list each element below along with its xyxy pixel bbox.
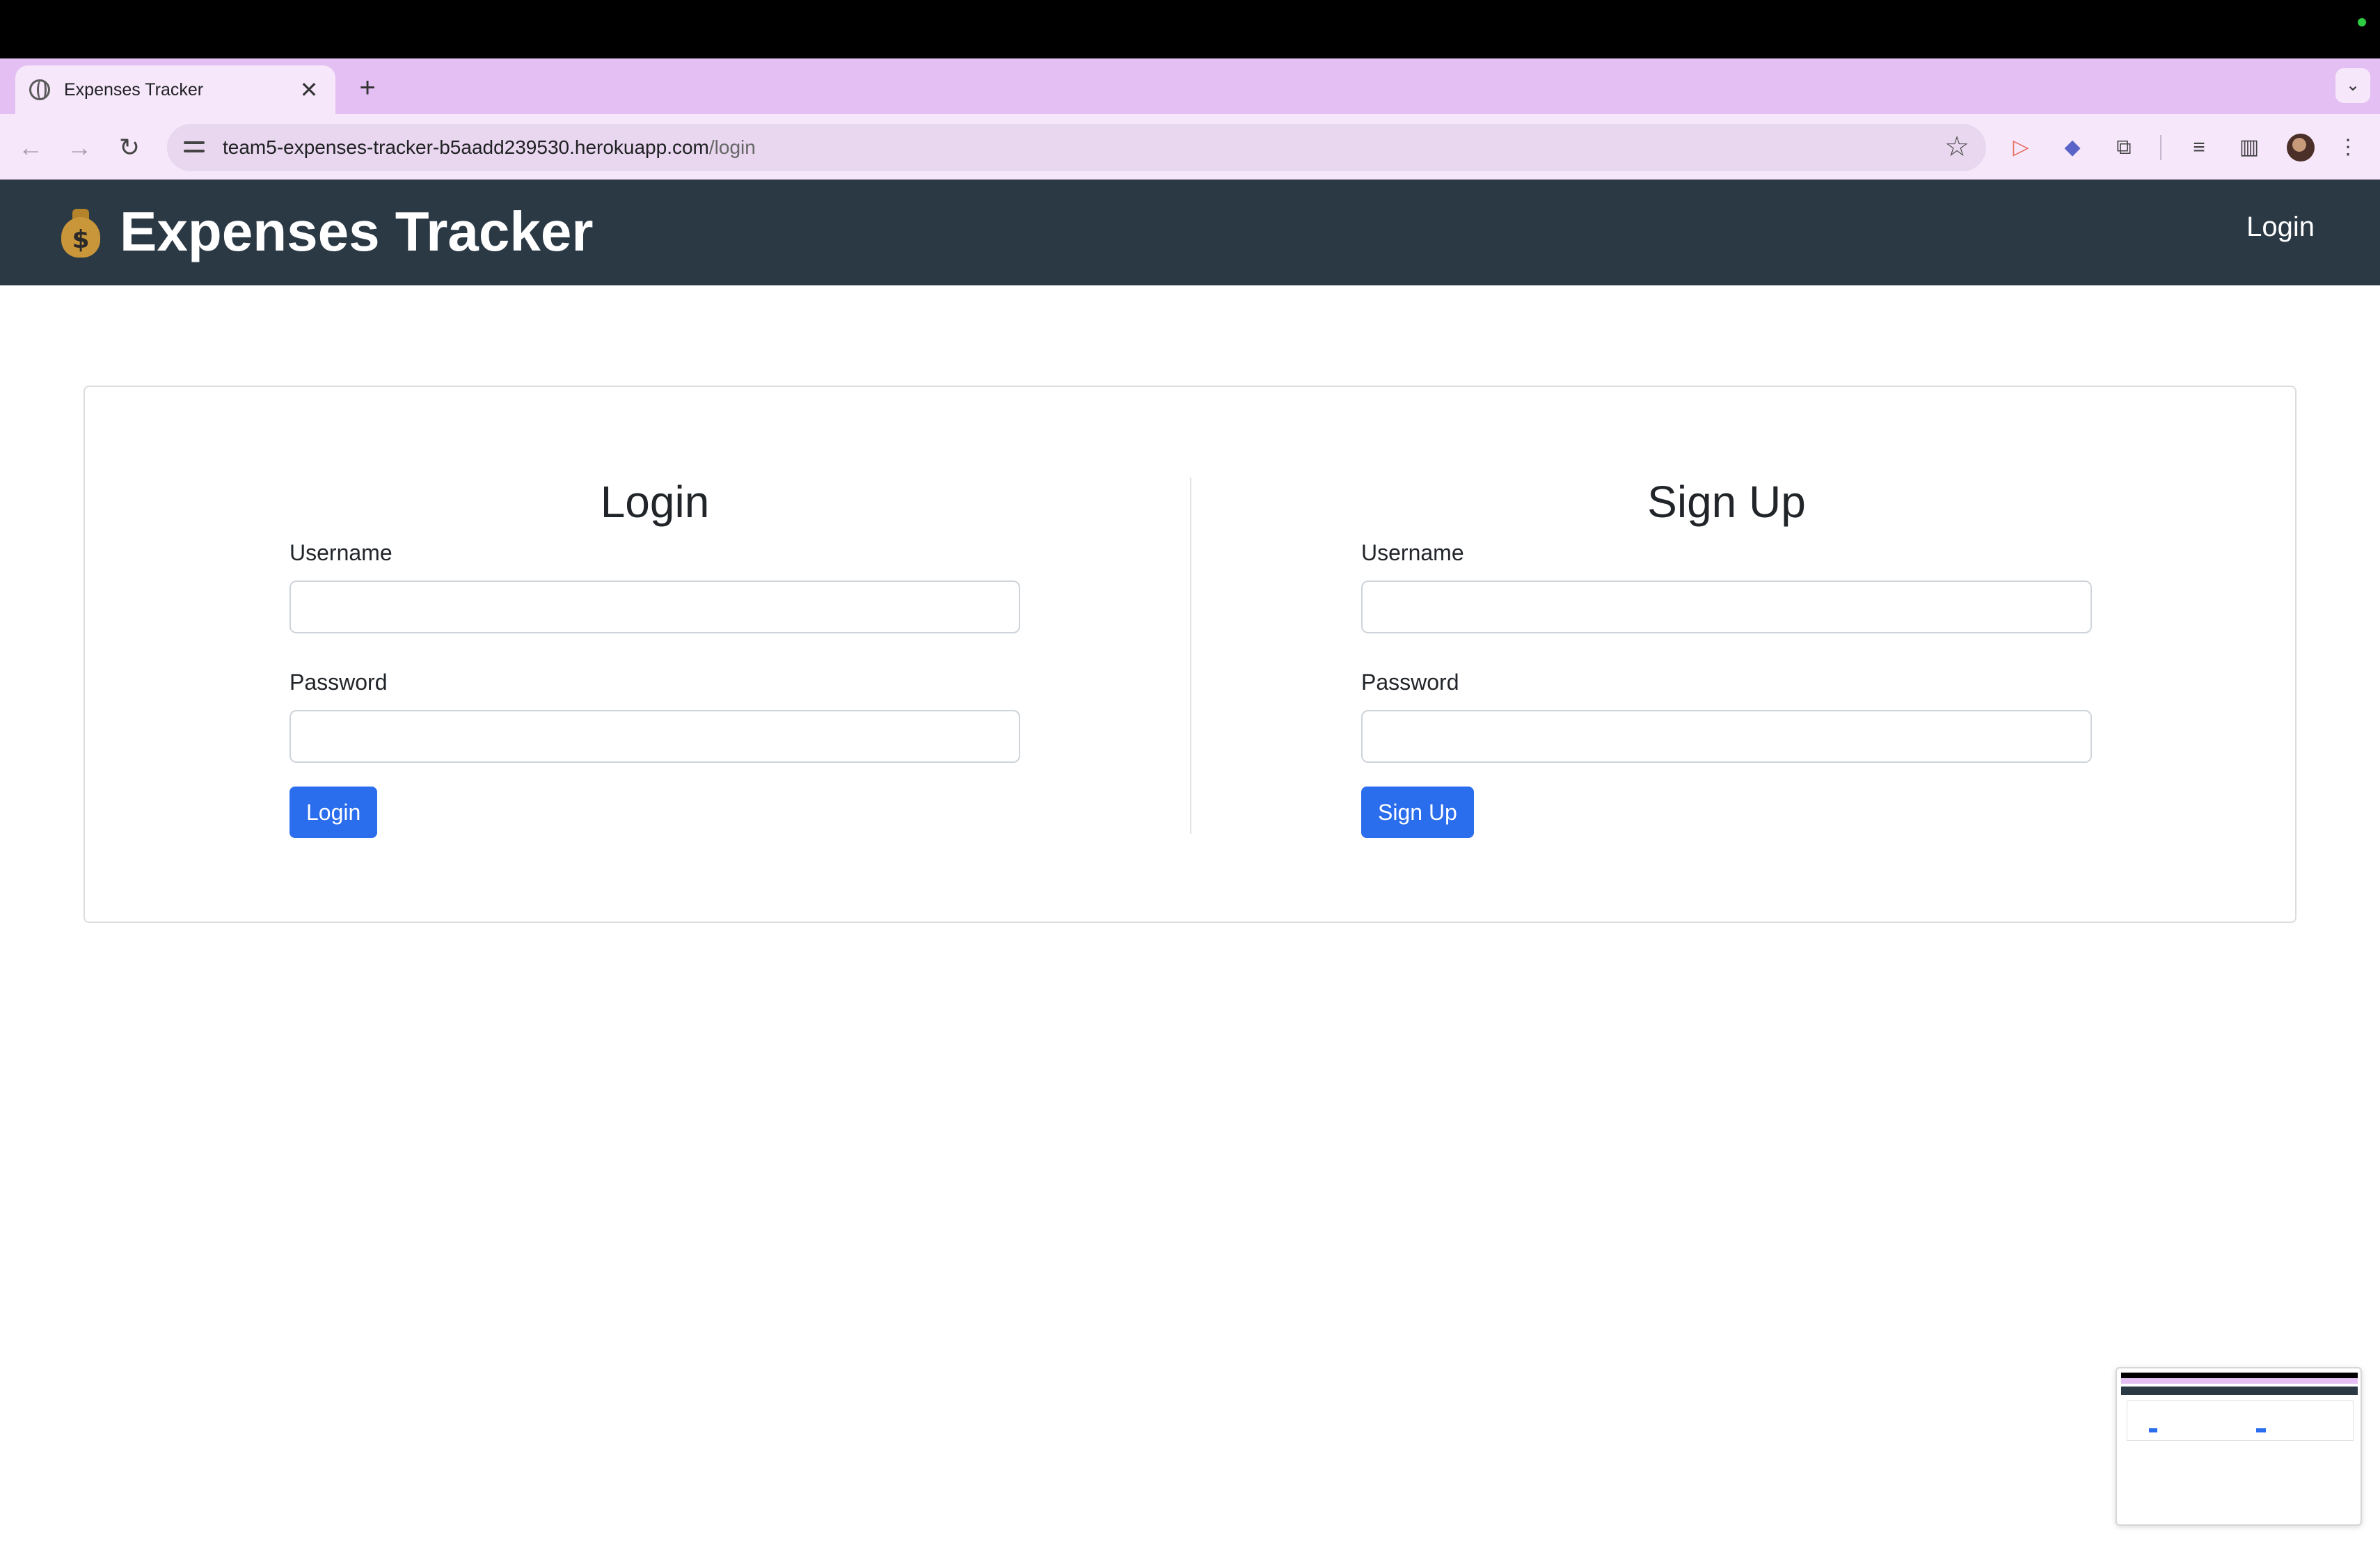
brand-title: Expenses Tracker bbox=[120, 200, 594, 262]
tab-title: Expenses Tracker bbox=[64, 79, 204, 100]
forward-icon[interactable]: → bbox=[64, 132, 95, 163]
bookmark-star-icon[interactable]: ☆ bbox=[1944, 131, 1969, 163]
site-info-icon[interactable] bbox=[182, 136, 206, 159]
login-password-input[interactable] bbox=[289, 710, 1020, 763]
signup-button[interactable]: Sign Up bbox=[1361, 787, 1474, 838]
login-button[interactable]: Login bbox=[289, 787, 378, 838]
browser-tab-strip: Expenses Tracker ✕ + ⌄ bbox=[0, 58, 2380, 114]
reading-list-icon[interactable]: ≡ bbox=[2185, 134, 2213, 161]
money-bag-icon: $ bbox=[58, 205, 103, 259]
screenshot-thumbnail-preview[interactable] bbox=[2116, 1367, 2362, 1526]
app-navbar: $ Expenses Tracker Login bbox=[0, 180, 2380, 285]
login-username-label: Username bbox=[289, 540, 392, 565]
globe-icon bbox=[29, 79, 50, 100]
camera-indicator-icon bbox=[2358, 18, 2366, 26]
login-username-input[interactable] bbox=[289, 580, 1020, 633]
profile-avatar[interactable] bbox=[2287, 134, 2315, 161]
extension-bird-icon[interactable]: ◆ bbox=[2058, 134, 2086, 161]
menu-kebab-icon[interactable]: ⋮ bbox=[2334, 134, 2362, 161]
signup-form: Sign Up Username Password Sign Up bbox=[1361, 471, 2092, 838]
form-divider bbox=[1190, 477, 1191, 834]
nav-login-link[interactable]: Login bbox=[2246, 212, 2315, 243]
tab-search-chevron-icon[interactable]: ⌄ bbox=[2335, 68, 2370, 103]
browser-tab[interactable]: Expenses Tracker ✕ bbox=[15, 65, 335, 114]
login-password-label: Password bbox=[289, 670, 388, 695]
auth-card: Login Username Password Login Sign Up Us… bbox=[84, 386, 2296, 923]
signup-password-label: Password bbox=[1361, 670, 1459, 695]
signup-title: Sign Up bbox=[1647, 477, 1806, 527]
tab-close-icon[interactable]: ✕ bbox=[296, 77, 322, 103]
login-title: Login bbox=[600, 477, 710, 527]
address-bar[interactable]: team5-expenses-tracker-b5aadd239530.hero… bbox=[167, 124, 1986, 171]
signup-username-label: Username bbox=[1361, 540, 1464, 565]
reload-icon[interactable]: ↻ bbox=[114, 132, 145, 163]
new-tab-icon[interactable]: + bbox=[354, 74, 381, 102]
signup-username-input[interactable] bbox=[1361, 580, 2092, 633]
screen-top-bar bbox=[0, 0, 2380, 58]
url-path: /login bbox=[708, 136, 756, 158]
signup-password-input[interactable] bbox=[1361, 710, 2092, 763]
browser-toolbar: ← → ↻ team5-expenses-tracker-b5aadd23953… bbox=[0, 114, 2380, 180]
brand[interactable]: $ Expenses Tracker bbox=[58, 200, 593, 263]
back-icon[interactable]: ← bbox=[15, 132, 46, 163]
url-host: team5-expenses-tracker-b5aadd239530.hero… bbox=[223, 136, 709, 158]
extensions-puzzle-icon[interactable]: ⧉ bbox=[2110, 134, 2138, 161]
side-panel-icon[interactable]: ▥ bbox=[2235, 134, 2263, 161]
extension-play-icon[interactable]: ▷ bbox=[2007, 134, 2035, 161]
toolbar-separator bbox=[2160, 135, 2161, 160]
login-form: Login Username Password Login bbox=[289, 471, 1020, 838]
